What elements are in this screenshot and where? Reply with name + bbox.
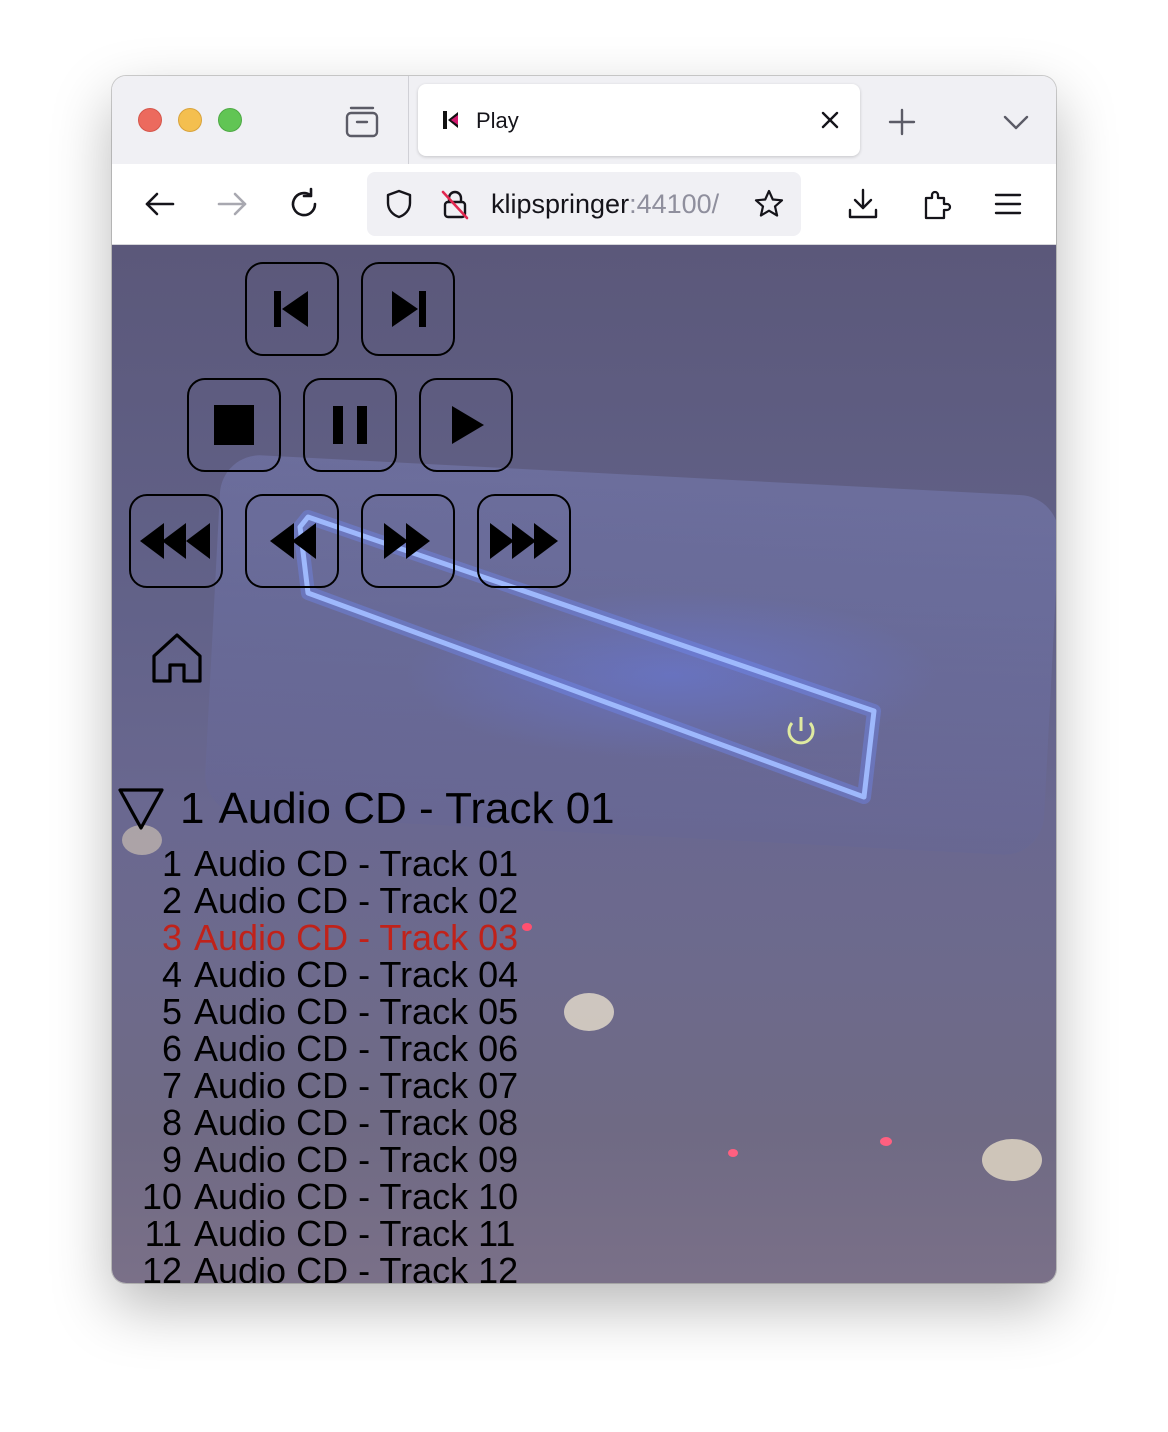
puzzle-icon[interactable] (919, 186, 955, 222)
background-led (728, 1149, 738, 1157)
previous-track-button[interactable] (245, 262, 339, 356)
url-text: klipspringer:44100/ (491, 188, 737, 220)
track-title: Audio CD - Track 09 (194, 1139, 519, 1180)
next-track-button[interactable] (361, 262, 455, 356)
track-title: Audio CD - Track 08 (194, 1102, 519, 1143)
track-item[interactable]: 8 Audio CD - Track 08 (136, 1104, 518, 1141)
triple-forward-icon (490, 523, 558, 559)
tabs-overview-icon[interactable] (344, 104, 380, 140)
close-icon[interactable] (816, 106, 844, 134)
fast-rewind-button[interactable] (129, 494, 223, 588)
track-item[interactable]: 10 Audio CD - Track 10 (136, 1178, 518, 1215)
track-title: Audio CD - Track 06 (194, 1028, 519, 1069)
fast-forward-icon (384, 523, 430, 559)
pause-button[interactable] (303, 378, 397, 472)
rewind-button[interactable] (245, 494, 339, 588)
tab-play[interactable]: Play (418, 84, 860, 156)
tab-strip: Play (112, 76, 1056, 164)
track-title: Audio CD - Track 04 (194, 954, 519, 995)
klipspringer-favicon-icon (443, 111, 458, 129)
track-number: 5 (161, 991, 182, 1032)
track-number: 8 (161, 1102, 182, 1143)
background-led (522, 923, 532, 931)
track-item[interactable]: 9 Audio CD - Track 09 (136, 1141, 518, 1178)
tab-title: Play (476, 108, 519, 133)
track-number: 3 (161, 917, 182, 958)
track-item[interactable]: 12 Audio CD - Track 12 (136, 1252, 518, 1283)
track-item-active[interactable]: 3 Audio CD - Track 03 (136, 919, 518, 956)
track-title: Audio CD - Track 01 (194, 843, 519, 884)
track-title: Audio CD - Track 12 (194, 1250, 519, 1283)
chevron-down-icon[interactable] (998, 104, 1034, 140)
fast-forward-button[interactable] (361, 494, 455, 588)
track-number: 7 (161, 1065, 182, 1106)
track-title: Audio CD - Track 05 (194, 991, 519, 1032)
home-icon[interactable] (148, 629, 206, 687)
url-port: :44100/ (629, 189, 720, 219)
track-title: Audio CD - Track 07 (194, 1065, 519, 1106)
current-track-number: 1 (180, 784, 205, 833)
arrow-right-icon[interactable] (214, 186, 250, 222)
plus-icon[interactable] (884, 104, 920, 140)
pause-icon (333, 406, 367, 444)
stop-button[interactable] (187, 378, 281, 472)
track-number: 10 (141, 1176, 182, 1217)
star-icon[interactable] (753, 188, 785, 220)
close-window-button[interactable] (138, 108, 162, 132)
url-host: klipspringer (491, 189, 630, 219)
track-number: 9 (161, 1139, 182, 1180)
track-title: Audio CD - Track 02 (194, 880, 519, 921)
insecure-lock-icon[interactable] (439, 188, 471, 220)
page-content: 1 Audio CD - Track 01 1 Audio CD - Track … (112, 245, 1056, 1283)
track-number: 6 (161, 1028, 182, 1069)
hamburger-menu-icon[interactable] (990, 186, 1026, 222)
track-item[interactable]: 5 Audio CD - Track 05 (136, 993, 518, 1030)
triple-rewind-icon (140, 523, 210, 559)
tab-strip-divider (408, 76, 409, 164)
track-number: 1 (161, 843, 182, 884)
zoom-window-button[interactable] (218, 108, 242, 132)
current-track-title: Audio CD - Track 01 (218, 784, 615, 833)
skip-back-icon (274, 291, 308, 327)
track-title: Audio CD - Track 11 (194, 1213, 516, 1254)
track-number: 2 (161, 880, 182, 921)
shield-icon[interactable] (383, 188, 415, 220)
track-number: 4 (161, 954, 182, 995)
background-knob (564, 993, 614, 1031)
track-item[interactable]: 2 Audio CD - Track 02 (136, 882, 518, 919)
arrow-left-icon[interactable] (142, 186, 178, 222)
play-icon (452, 406, 484, 444)
browser-window: Play klipspringer:44100/ 1 Audio CD - Tr… (112, 76, 1056, 1283)
track-item[interactable]: 7 Audio CD - Track 07 (136, 1067, 518, 1104)
stop-icon (214, 405, 254, 445)
fastest-forward-button[interactable] (477, 494, 571, 588)
rewind-icon (270, 523, 316, 559)
track-item[interactable]: 1 Audio CD - Track 01 (136, 845, 518, 882)
track-number: 11 (144, 1213, 182, 1254)
play-button[interactable] (419, 378, 513, 472)
reload-icon[interactable] (286, 186, 322, 222)
track-number: 12 (141, 1250, 182, 1283)
minimize-window-button[interactable] (178, 108, 202, 132)
track-item[interactable]: 4 Audio CD - Track 04 (136, 956, 518, 993)
disclosure-triangle-icon (118, 788, 164, 830)
track-item[interactable]: 6 Audio CD - Track 06 (136, 1030, 518, 1067)
track-list: 1 Audio CD - Track 01 2 Audio CD - Track 02… (136, 845, 518, 1283)
navigation-toolbar: klipspringer:44100/ (112, 164, 1056, 245)
background-led (880, 1137, 892, 1146)
skip-forward-icon (392, 291, 426, 327)
current-track-toggle[interactable]: 1 Audio CD - Track 01 (116, 781, 615, 837)
address-bar[interactable]: klipspringer:44100/ (367, 172, 801, 236)
track-title: Audio CD - Track 10 (194, 1176, 519, 1217)
download-icon[interactable] (845, 186, 881, 222)
track-item[interactable]: 11 Audio CD - Track 11 (136, 1215, 518, 1252)
track-title: Audio CD - Track 03 (194, 917, 519, 958)
background-knob (982, 1139, 1042, 1181)
